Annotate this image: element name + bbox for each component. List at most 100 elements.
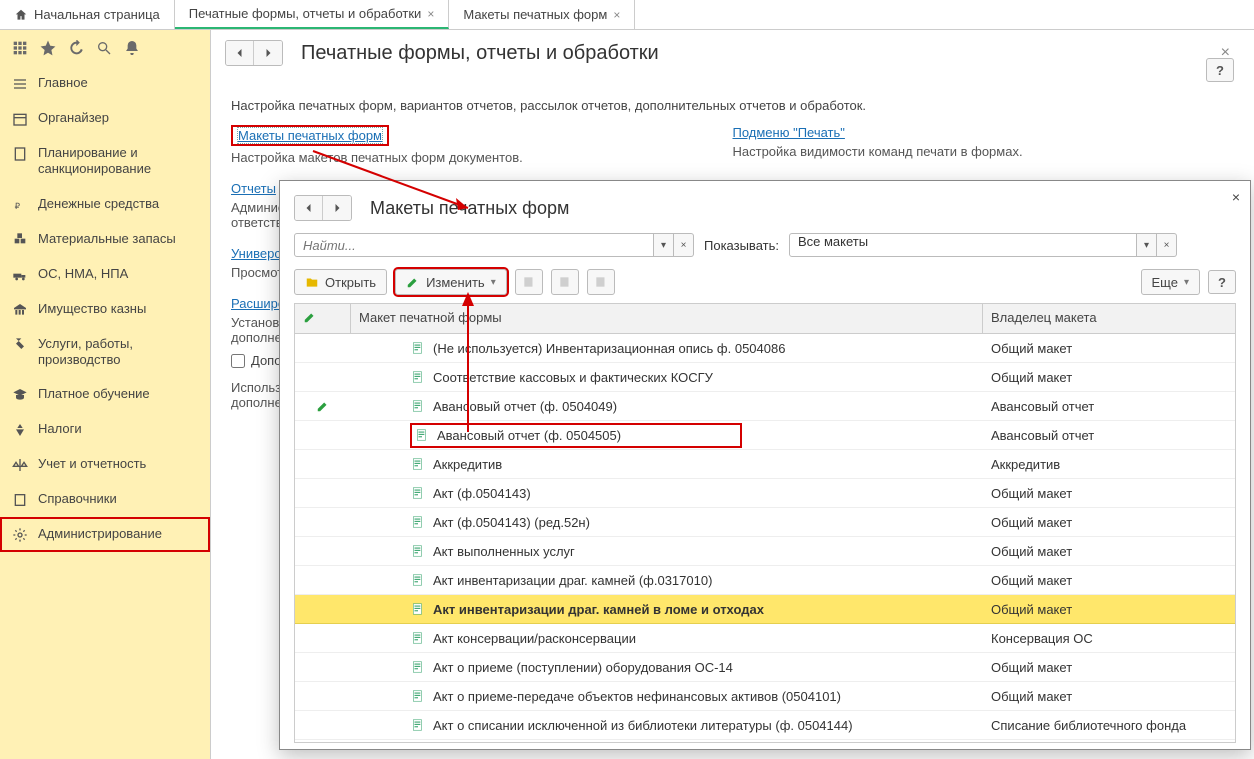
table-row[interactable]: Авансовый отчет (ф. 0504505)Авансовый от… [295, 421, 1235, 450]
table-row[interactable]: (Не используется) Инвентаризационная опи… [295, 334, 1235, 363]
sidebar-item-book[interactable]: Справочники [0, 482, 210, 517]
sidebar-item-boxes[interactable]: Материальные запасы [0, 222, 210, 257]
tool-icon-3[interactable] [587, 269, 615, 295]
home-icon [14, 8, 28, 22]
link-descr: Настройка макетов печатных форм документ… [231, 150, 733, 165]
sidebar-item-label: Главное [38, 75, 88, 91]
edit-button[interactable]: Изменить ▾ [395, 269, 507, 295]
search-icon[interactable] [96, 40, 112, 56]
extensions-link[interactable]: Расшире [231, 296, 285, 311]
table-row[interactable]: Акт о списании исключенной из библиотеки… [295, 711, 1235, 740]
table-row[interactable]: Акт о приеме-передаче объектов нефинансо… [295, 682, 1235, 711]
help-button[interactable]: ? [1208, 270, 1236, 294]
reports-link[interactable]: Отчеты [231, 181, 276, 196]
highlight-box: Макеты печатных форм [231, 125, 389, 146]
col-template[interactable]: Макет печатной формы [351, 304, 983, 333]
nav-buttons [294, 195, 352, 221]
additional-checkbox[interactable] [231, 354, 245, 368]
link-descr: Настройка видимости команд печати в форм… [733, 144, 1235, 159]
tab-home[interactable]: Начальная страница [0, 0, 175, 29]
truck-icon [12, 267, 28, 283]
table-row[interactable]: АккредитивАккредитив [295, 450, 1235, 479]
sidebar: Главное Органайзер Планирование и санкцион… [0, 30, 210, 759]
tabs-bar: Начальная страница Печатные формы, отчет… [0, 0, 1254, 30]
book-icon [12, 492, 28, 508]
bank-icon [12, 302, 28, 318]
sidebar-item-label: Налоги [38, 421, 82, 437]
back-button[interactable] [226, 41, 254, 65]
template-icon [411, 660, 425, 674]
sidebar-item-bank[interactable]: Имущество казны [0, 292, 210, 327]
ruble-icon: ₽ [12, 197, 28, 213]
history-icon[interactable] [68, 40, 84, 56]
table-row[interactable]: Соответствие кассовых и фактических КОСГ… [295, 363, 1235, 392]
tab-templates[interactable]: Макеты печатных форм × [449, 0, 635, 29]
sidebar-item-eagle[interactable]: Налоги [0, 412, 210, 447]
sidebar-item-ruble[interactable]: ₽Денежные средства [0, 187, 210, 222]
search-input[interactable] [294, 233, 654, 257]
star-icon[interactable] [40, 40, 56, 56]
table-row[interactable]: Акт выполненных услугОбщий макет [295, 537, 1235, 566]
sidebar-item-tools[interactable]: Услуги, работы, производство [0, 327, 210, 378]
col-edited[interactable] [295, 304, 351, 333]
sidebar-item-calendar[interactable]: Органайзер [0, 101, 210, 136]
open-button[interactable]: Открыть [294, 269, 387, 295]
template-icon [411, 370, 425, 384]
table-row[interactable]: Акт консервации/расконсервацииКонсерваци… [295, 624, 1235, 653]
sidebar-item-label: Органайзер [38, 110, 109, 126]
close-icon[interactable]: × [613, 8, 620, 22]
template-icon [411, 486, 425, 500]
templates-table: Макет печатной формы Владелец макета (Не… [294, 303, 1236, 743]
sidebar-item-grad[interactable]: Платное обучение [0, 377, 210, 412]
tool-icon-2[interactable] [551, 269, 579, 295]
sidebar-item-gear[interactable]: Администрирование [0, 517, 210, 552]
tab-print-forms[interactable]: Печатные формы, отчеты и обработки × [175, 0, 450, 29]
template-icon [415, 428, 429, 442]
clear-button[interactable]: × [674, 233, 694, 257]
dropdown-button[interactable]: ▾ [1137, 233, 1157, 257]
svg-text:₽: ₽ [15, 201, 21, 211]
templates-link[interactable]: Макеты печатных форм [237, 127, 383, 144]
template-icon [411, 341, 425, 355]
help-button[interactable]: ? [1206, 58, 1234, 82]
forward-button[interactable] [323, 196, 351, 220]
table-row[interactable]: Акт (ф.0504143) (ред.52н)Общий макет [295, 508, 1235, 537]
scales-icon [12, 457, 28, 473]
clear-button[interactable]: × [1157, 233, 1177, 257]
bell-icon[interactable] [124, 40, 140, 56]
sidebar-item-truck[interactable]: ОС, НМА, НПА [0, 257, 210, 292]
sidebar-item-label: Учет и отчетность [38, 456, 146, 472]
apps-icon[interactable] [12, 40, 28, 56]
template-icon [411, 457, 425, 471]
sidebar-item-doc[interactable]: Планирование и санкционирование [0, 136, 210, 187]
page-description: Настройка печатных форм, вариантов отчет… [211, 82, 1254, 121]
forward-button[interactable] [254, 41, 282, 65]
more-button[interactable]: Еще▾ [1141, 269, 1200, 295]
sidebar-item-menu[interactable]: Главное [0, 66, 210, 101]
close-icon[interactable]: × [427, 7, 434, 21]
table-row[interactable]: Акт о приеме (поступлении) оборудования … [295, 653, 1235, 682]
template-icon [411, 689, 425, 703]
sidebar-item-label: Услуги, работы, производство [38, 336, 198, 369]
tool-icon-1[interactable] [515, 269, 543, 295]
close-icon[interactable]: × [1228, 185, 1244, 209]
templates-window: × Макеты печатных форм ▾ × Показывать: В… [279, 180, 1251, 750]
table-row[interactable]: Акт инвентаризации драг. камней (ф.03170… [295, 566, 1235, 595]
sidebar-item-label: Имущество казны [38, 301, 146, 317]
table-row[interactable]: Акт инвентаризации драг. камней в ломе и… [295, 595, 1235, 624]
sidebar-item-label: Администрирование [38, 526, 162, 542]
show-select[interactable]: Все макеты [789, 233, 1137, 257]
sidebar-item-label: Платное обучение [38, 386, 150, 402]
table-row[interactable]: Акт (ф.0504143)Общий макет [295, 479, 1235, 508]
col-owner[interactable]: Владелец макета [983, 304, 1235, 333]
sidebar-tools [0, 34, 210, 66]
sidebar-item-label: Планирование и санкционирование [38, 145, 198, 178]
tab-label: Макеты печатных форм [463, 7, 607, 22]
sidebar-item-scales[interactable]: Учет и отчетность [0, 447, 210, 482]
dropdown-button[interactable]: ▾ [654, 233, 674, 257]
grad-icon [12, 387, 28, 403]
back-button[interactable] [295, 196, 323, 220]
table-row[interactable]: Авансовый отчет (ф. 0504049)Авансовый от… [295, 392, 1235, 421]
tab-label: Печатные формы, отчеты и обработки [189, 6, 422, 21]
print-submenu-link[interactable]: Подменю "Печать" [733, 125, 845, 140]
